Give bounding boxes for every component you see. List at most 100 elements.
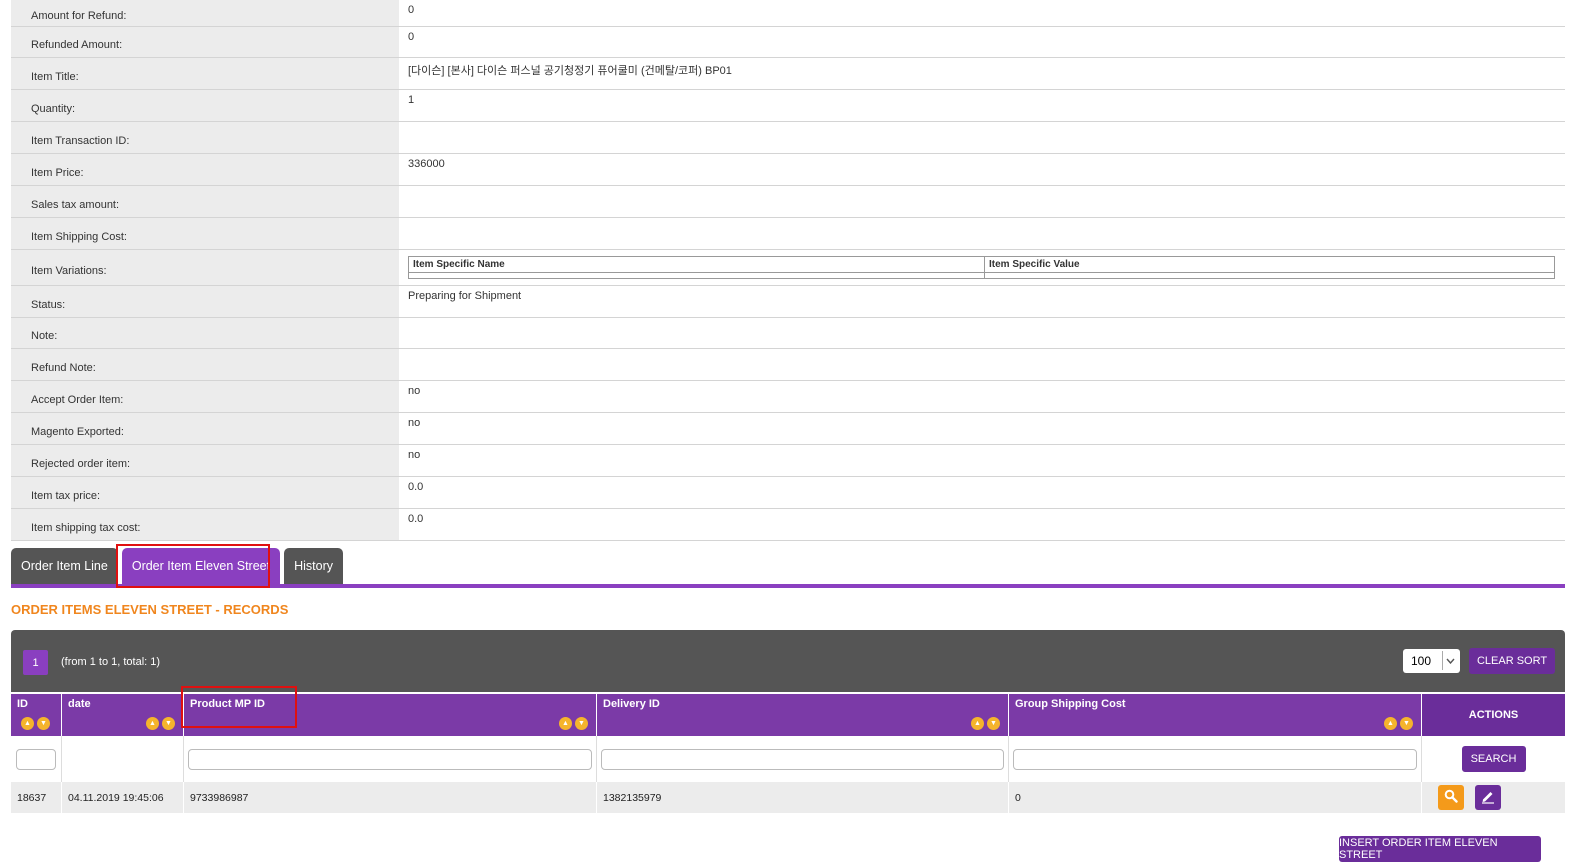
- item-variations-table: Item Specific Name Item Specific Value: [408, 256, 1555, 279]
- sort-desc-icon[interactable]: ▼: [37, 717, 50, 730]
- page-button[interactable]: 1: [23, 650, 48, 675]
- variations-col-name: Item Specific Name: [408, 256, 985, 273]
- detail-label: Item Shipping Cost:: [11, 218, 399, 249]
- detail-row-item-title: Item Title: [다이슨] [본사] 다이슨 퍼스널 공기청정기 퓨어쿨…: [11, 58, 1565, 90]
- detail-row-magento-exported: Magento Exported: no: [11, 413, 1565, 445]
- detail-row-refund-note: Refund Note:: [11, 349, 1565, 381]
- table-row: 18637 04.11.2019 19:45:06 9733986987 138…: [11, 782, 1565, 813]
- filter-cell-product-mp-id: [184, 736, 597, 782]
- sort-controls: ▲ ▼: [21, 717, 50, 730]
- sort-desc-icon[interactable]: ▼: [575, 717, 588, 730]
- detail-row-refunded-amount: Refunded Amount: 0: [11, 27, 1565, 58]
- sort-asc-icon[interactable]: ▲: [21, 717, 34, 730]
- detail-value: 336000: [408, 158, 445, 170]
- search-button[interactable]: SEARCH: [1461, 746, 1526, 772]
- column-header-date: date ▲ ▼: [62, 694, 184, 736]
- cell-product-mp-id: 9733986987: [184, 782, 597, 813]
- chevron-down-icon[interactable]: [1442, 651, 1458, 670]
- insert-order-item-button[interactable]: INSERT ORDER ITEM ELEVEN STREET: [1339, 836, 1541, 862]
- cell-delivery-id: 1382135979: [597, 782, 1009, 813]
- column-header-product-mp-id: Product MP ID ▲ ▼: [184, 694, 597, 736]
- tab-history[interactable]: History: [284, 548, 344, 584]
- detail-label: Accept Order Item:: [11, 381, 399, 412]
- sort-asc-icon[interactable]: ▲: [971, 717, 984, 730]
- column-label: Product MP ID: [190, 698, 265, 710]
- detail-row-sales-tax-amount: Sales tax amount:: [11, 186, 1565, 218]
- tab-order-item-line[interactable]: Order Item Line: [11, 548, 118, 584]
- detail-value: [다이슨] [본사] 다이슨 퍼스널 공기청정기 퓨어쿨미 (건메탈/코퍼) B…: [408, 65, 732, 77]
- detail-value: [399, 122, 1565, 153]
- column-label: Group Shipping Cost: [1015, 698, 1126, 710]
- filter-cell-id: [11, 736, 62, 782]
- view-button[interactable]: [1438, 785, 1464, 810]
- column-header-actions: ACTIONS: [1422, 694, 1565, 736]
- column-header-id: ID ▲ ▼: [11, 694, 62, 736]
- order-item-detail-table: Amount for Refund: 0 Refunded Amount: 0 …: [11, 0, 1565, 541]
- detail-value: 0.0: [408, 481, 424, 493]
- column-header-group-shipping-cost: Group Shipping Cost ▲ ▼: [1009, 694, 1422, 736]
- detail-value: no: [408, 385, 421, 397]
- detail-row-status: Status: Preparing for Shipment: [11, 286, 1565, 318]
- sort-controls: ▲ ▼: [146, 717, 175, 730]
- detail-value: [399, 318, 1565, 348]
- filter-cell-date: [62, 736, 184, 782]
- per-page-select[interactable]: 100: [1403, 649, 1460, 673]
- detail-value: Item Specific Name Item Specific Value: [399, 250, 1565, 285]
- cell-actions: [1422, 782, 1565, 813]
- detail-label: Refund Note:: [11, 349, 399, 380]
- column-label: ID: [17, 698, 28, 710]
- detail-value: 0.0: [408, 513, 424, 525]
- detail-label: Rejected order item:: [11, 445, 399, 476]
- detail-row-item-price: Item Price: 336000: [11, 154, 1565, 186]
- filter-id-input[interactable]: [16, 748, 56, 770]
- detail-row-quantity: Quantity: 1: [11, 90, 1565, 122]
- detail-label: Note:: [11, 318, 399, 348]
- search-icon: [1444, 789, 1458, 806]
- detail-label: Quantity:: [11, 90, 399, 121]
- sort-asc-icon[interactable]: ▲: [1384, 717, 1397, 730]
- sort-desc-icon[interactable]: ▼: [987, 717, 1000, 730]
- detail-value: [399, 186, 1565, 217]
- filter-group-shipping-cost-input[interactable]: [1013, 748, 1417, 770]
- tab-underline: [11, 584, 1565, 588]
- detail-label: Item Title:: [11, 58, 399, 89]
- detail-label: Item tax price:: [11, 477, 399, 508]
- column-label: Delivery ID: [603, 698, 660, 710]
- sort-controls: ▲ ▼: [971, 717, 1000, 730]
- detail-value: Preparing for Shipment: [408, 290, 522, 302]
- detail-row-item-tax-price: Item tax price: 0.0: [11, 477, 1565, 509]
- sort-desc-icon[interactable]: ▼: [162, 717, 175, 730]
- detail-value: no: [408, 449, 421, 461]
- sort-asc-icon[interactable]: ▲: [146, 717, 159, 730]
- sort-desc-icon[interactable]: ▼: [1400, 717, 1413, 730]
- clear-sort-button[interactable]: CLEAR SORT: [1469, 648, 1555, 674]
- detail-row-rejected-order-item: Rejected order item: no: [11, 445, 1565, 477]
- detail-label: Amount for Refund:: [11, 0, 399, 26]
- detail-label: Item Variations:: [11, 250, 399, 285]
- detail-label: Status:: [11, 286, 399, 317]
- grid-toolbar: 1 (from 1 to 1, total: 1) 100 CLEAR SORT: [11, 630, 1565, 692]
- filter-cell-actions: SEARCH: [1422, 736, 1565, 782]
- edit-button[interactable]: [1475, 785, 1501, 810]
- variations-empty-cell: [408, 272, 985, 279]
- tab-order-item-eleven-street[interactable]: Order Item Eleven Street: [121, 548, 281, 584]
- grid-filter-row: SEARCH: [11, 736, 1565, 782]
- detail-label: Magento Exported:: [11, 413, 399, 444]
- detail-row-item-variations: Item Variations: Item Specific Name Item…: [11, 250, 1565, 286]
- detail-value: 1: [408, 94, 415, 106]
- grid-column-headers: ID ▲ ▼ date ▲ ▼ Product MP ID ▲ ▼ Delive…: [11, 694, 1565, 736]
- per-page-value: 100: [1411, 654, 1432, 668]
- filter-delivery-id-input[interactable]: [601, 748, 1004, 770]
- sort-asc-icon[interactable]: ▲: [559, 717, 572, 730]
- detail-label: Item Transaction ID:: [11, 122, 399, 153]
- tab-bar: Order Item Line Order Item Eleven Street…: [11, 548, 344, 584]
- detail-row-amount-for-refund: Amount for Refund: 0: [11, 0, 1565, 27]
- filter-product-mp-id-input[interactable]: [188, 748, 592, 770]
- column-label: date: [68, 698, 91, 710]
- filter-cell-delivery-id: [597, 736, 1009, 782]
- detail-value: no: [408, 417, 421, 429]
- variations-col-value: Item Specific Value: [984, 256, 1555, 273]
- detail-label: Item shipping tax cost:: [11, 509, 399, 540]
- cell-group-shipping-cost: 0: [1009, 782, 1422, 813]
- detail-value: [399, 349, 1565, 380]
